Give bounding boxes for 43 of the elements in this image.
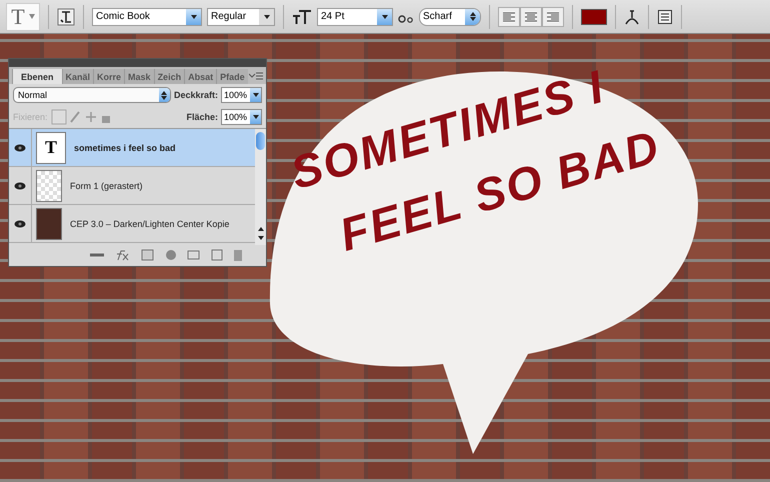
stepper-arrows-icon bbox=[470, 12, 476, 21]
eye-icon[interactable] bbox=[14, 220, 26, 228]
layer-row[interactable]: Form 1 (gerastert) bbox=[9, 167, 255, 205]
align-center-button[interactable] bbox=[520, 6, 542, 26]
panels-icon[interactable] bbox=[657, 8, 673, 24]
stepper-arrows-icon bbox=[161, 90, 168, 100]
panel-tab[interactable]: Ebenen bbox=[12, 69, 62, 84]
align-left-icon bbox=[502, 10, 516, 22]
font-size-dropdown[interactable]: 24 Pt bbox=[317, 8, 393, 26]
scrollbar[interactable] bbox=[255, 129, 266, 245]
antialias-dropdown[interactable]: Scharf bbox=[419, 8, 481, 26]
fill-field[interactable]: 100% bbox=[221, 109, 262, 125]
caret-icon bbox=[252, 115, 258, 119]
opacity-field[interactable]: 100% bbox=[221, 87, 262, 103]
text-tool-button[interactable]: T bbox=[6, 2, 40, 30]
caret-icon bbox=[264, 14, 270, 18]
caret-icon bbox=[252, 93, 258, 97]
layer-row[interactable]: T sometimes i feel so bad bbox=[9, 129, 255, 167]
align-right-button[interactable] bbox=[542, 6, 564, 26]
font-family-dropdown[interactable]: Comic Book bbox=[92, 8, 202, 26]
font-size-icon bbox=[292, 8, 312, 24]
layer-thumbnail bbox=[36, 170, 62, 202]
align-left-button[interactable] bbox=[498, 6, 520, 26]
layer-name: sometimes i feel so bad bbox=[74, 142, 176, 152]
caret-icon bbox=[382, 14, 388, 18]
caret-icon bbox=[190, 14, 196, 18]
fill-label: Fläche: bbox=[186, 112, 218, 122]
opacity-label: Deckkraft: bbox=[174, 90, 218, 100]
warp-text-icon[interactable] bbox=[624, 8, 640, 26]
layer-row[interactable]: CEP 3.0 – Darken/Lighten Center Kopie bbox=[9, 205, 255, 243]
align-center-icon bbox=[524, 10, 538, 22]
layer-name: Form 1 (gerastert) bbox=[70, 180, 143, 190]
photo-placeholder bbox=[36, 208, 62, 240]
layer-thumbnail: T bbox=[36, 132, 66, 164]
align-right-icon bbox=[546, 10, 560, 22]
eye-icon[interactable] bbox=[14, 182, 26, 190]
text-orientation-icon[interactable] bbox=[57, 8, 75, 26]
layer-name: CEP 3.0 – Darken/Lighten Center Kopie bbox=[70, 218, 230, 228]
eye-icon[interactable] bbox=[14, 144, 26, 152]
panel-menu-icon[interactable] bbox=[249, 72, 263, 80]
text-color-swatch[interactable] bbox=[581, 8, 607, 24]
font-style-dropdown[interactable]: Regular bbox=[207, 8, 275, 26]
blend-mode-dropdown[interactable]: Normal bbox=[13, 87, 171, 103]
